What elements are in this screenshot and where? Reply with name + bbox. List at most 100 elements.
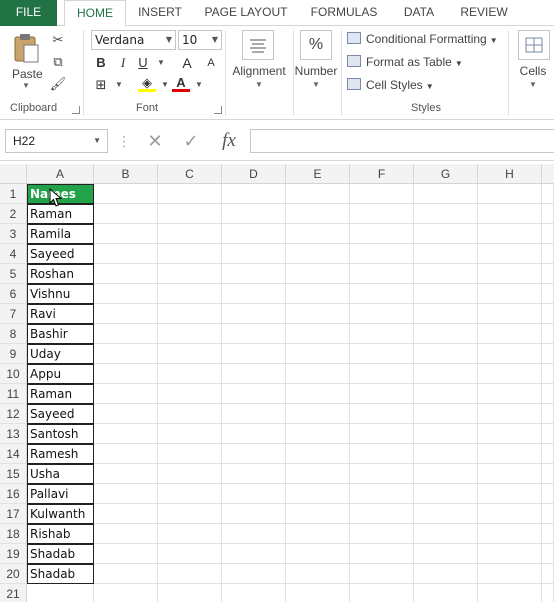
grid-cell[interactable] bbox=[94, 204, 158, 224]
column-a-cell[interactable]: Ramesh bbox=[27, 444, 94, 464]
grid-cell[interactable] bbox=[286, 184, 350, 204]
cut-icon[interactable]: ✂ bbox=[49, 32, 67, 48]
grow-font-button[interactable]: A bbox=[178, 54, 196, 72]
grid-cell[interactable] bbox=[286, 364, 350, 384]
chevron-down-icon[interactable]: ▼ bbox=[512, 80, 554, 89]
enter-icon[interactable]: ✓ bbox=[179, 129, 203, 153]
column-a-cell[interactable]: Raman bbox=[27, 384, 94, 404]
column-a-cell[interactable]: Sayeed bbox=[27, 244, 94, 264]
grid-cell[interactable] bbox=[478, 344, 542, 364]
grid-cell[interactable] bbox=[94, 484, 158, 504]
grid-cell[interactable] bbox=[158, 524, 222, 544]
grid-cell[interactable] bbox=[222, 244, 286, 264]
grid-cell[interactable] bbox=[350, 504, 414, 524]
grid-cell[interactable] bbox=[94, 344, 158, 364]
grid-cell[interactable] bbox=[222, 424, 286, 444]
grid-cell[interactable] bbox=[414, 544, 478, 564]
grid-cell[interactable] bbox=[222, 444, 286, 464]
grid-cell[interactable] bbox=[350, 524, 414, 544]
column-a-cell[interactable]: Shadab bbox=[27, 564, 94, 584]
column-a-cell[interactable]: Rishab bbox=[27, 524, 94, 544]
grid-cell[interactable] bbox=[158, 424, 222, 444]
grid-cell[interactable] bbox=[158, 484, 222, 504]
grid-cell[interactable] bbox=[286, 484, 350, 504]
grid-cell[interactable] bbox=[222, 304, 286, 324]
grid-cell[interactable] bbox=[94, 364, 158, 384]
grid-cell[interactable] bbox=[158, 544, 222, 564]
grid-cell[interactable] bbox=[478, 284, 542, 304]
grid-cell[interactable] bbox=[94, 304, 158, 324]
grid-cell[interactable] bbox=[286, 464, 350, 484]
grid-cell[interactable] bbox=[286, 344, 350, 364]
column-a-cell[interactable]: Santosh bbox=[27, 424, 94, 444]
format-as-table-button[interactable]: Format as Table ▼ bbox=[347, 53, 463, 71]
grid-cell[interactable] bbox=[414, 184, 478, 204]
grid-cell[interactable] bbox=[286, 544, 350, 564]
grid-cell[interactable] bbox=[414, 464, 478, 484]
grid-cell[interactable] bbox=[542, 484, 554, 504]
grid-cell[interactable] bbox=[94, 224, 158, 244]
grid-cell[interactable] bbox=[478, 484, 542, 504]
grid-cell[interactable] bbox=[286, 404, 350, 424]
grid-cell[interactable] bbox=[94, 584, 158, 602]
clipboard-launcher-icon[interactable] bbox=[72, 106, 80, 114]
grid-cell[interactable] bbox=[158, 404, 222, 424]
grid-cell[interactable] bbox=[542, 264, 554, 284]
cells-icon[interactable] bbox=[518, 30, 550, 60]
grid-cell[interactable] bbox=[222, 344, 286, 364]
alignment-icon[interactable] bbox=[242, 30, 274, 60]
column-a-cell[interactable]: Sayeed bbox=[27, 404, 94, 424]
grid-cell[interactable] bbox=[158, 284, 222, 304]
grid-cell[interactable] bbox=[542, 224, 554, 244]
grid-cell[interactable] bbox=[414, 564, 478, 584]
grid-cell[interactable] bbox=[286, 324, 350, 344]
grid-cell[interactable] bbox=[478, 404, 542, 424]
grid-cell[interactable] bbox=[158, 384, 222, 404]
select-all-corner[interactable] bbox=[0, 164, 27, 184]
column-a-cell[interactable]: Kulwanth bbox=[27, 504, 94, 524]
grid-cell[interactable] bbox=[414, 504, 478, 524]
column-header[interactable]: F bbox=[350, 164, 414, 184]
row-header[interactable]: 7 bbox=[0, 304, 27, 324]
grid-cell[interactable] bbox=[478, 304, 542, 324]
borders-dropdown-icon[interactable]: ▼ bbox=[110, 76, 128, 94]
grid-cell[interactable] bbox=[542, 464, 554, 484]
grid-cell[interactable] bbox=[414, 304, 478, 324]
grid-cell[interactable] bbox=[542, 244, 554, 264]
conditional-formatting-button[interactable]: Conditional Formatting ▼ bbox=[347, 30, 498, 48]
grid-cell[interactable] bbox=[222, 464, 286, 484]
row-header[interactable]: 3 bbox=[0, 224, 27, 244]
grid-cell[interactable] bbox=[414, 264, 478, 284]
grid-cell[interactable] bbox=[350, 424, 414, 444]
grid-cell[interactable] bbox=[286, 504, 350, 524]
row-header[interactable]: 4 bbox=[0, 244, 27, 264]
row-header[interactable]: 13 bbox=[0, 424, 27, 444]
insert-function-button[interactable]: fx bbox=[215, 129, 243, 153]
grid-cell[interactable] bbox=[158, 204, 222, 224]
grid-cell[interactable] bbox=[222, 324, 286, 344]
grid-cell[interactable] bbox=[414, 324, 478, 344]
grid-cell[interactable] bbox=[158, 324, 222, 344]
grid-cell[interactable] bbox=[350, 224, 414, 244]
chevron-down-icon[interactable]: ▼ bbox=[229, 80, 289, 89]
grid-cell[interactable] bbox=[478, 544, 542, 564]
grid-cell[interactable] bbox=[286, 524, 350, 544]
grid-cell[interactable] bbox=[542, 304, 554, 324]
column-a-cell[interactable]: Bashir bbox=[27, 324, 94, 344]
font-name-select[interactable]: Verdana ▼ bbox=[91, 30, 176, 50]
fill-color-icon[interactable]: ◈ bbox=[138, 76, 156, 92]
column-header[interactable]: G bbox=[414, 164, 478, 184]
grid-cell[interactable] bbox=[542, 184, 554, 204]
grid-cell[interactable] bbox=[542, 524, 554, 544]
column-header[interactable]: D bbox=[222, 164, 286, 184]
grid-cell[interactable] bbox=[158, 344, 222, 364]
row-header[interactable]: 8 bbox=[0, 324, 27, 344]
grid-cell[interactable] bbox=[94, 244, 158, 264]
grid-cell[interactable] bbox=[478, 204, 542, 224]
formula-input[interactable] bbox=[250, 129, 554, 153]
tab-insert[interactable]: INSERT bbox=[130, 0, 190, 26]
grid-cell[interactable] bbox=[222, 364, 286, 384]
grid-cell[interactable] bbox=[286, 204, 350, 224]
format-painter-icon[interactable]: 🖌 bbox=[49, 76, 67, 92]
grid-cell[interactable] bbox=[286, 264, 350, 284]
